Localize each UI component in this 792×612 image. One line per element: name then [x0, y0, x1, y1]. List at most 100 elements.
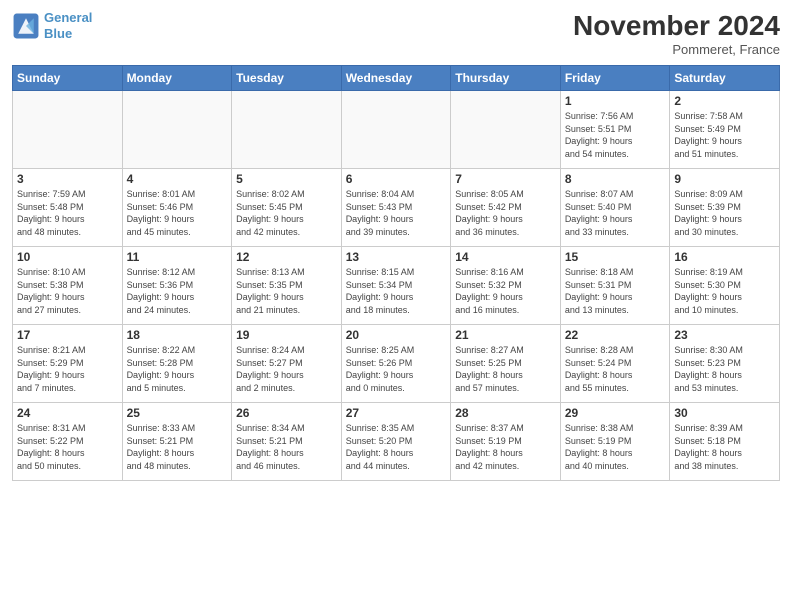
day-cell: 13Sunrise: 8:15 AM Sunset: 5:34 PM Dayli…	[341, 247, 451, 325]
day-info: Sunrise: 8:22 AM Sunset: 5:28 PM Dayligh…	[127, 344, 228, 394]
day-cell: 8 Sunrise: 8:07 AM Sunset: 5:40 PM Daylig…	[560, 169, 670, 247]
day-info: Sunrise: 8:05 AM Sunset: 5:42 PM Dayligh…	[455, 188, 556, 238]
day-cell: 12 Sunrise: 8:13 AM Sunset: 5:35 PM Dayli…	[232, 247, 342, 325]
day-cell: 25 Sunrise: 8:33 AM Sunset: 5:21 PM Dayli…	[122, 403, 232, 481]
day-cell: 6 Sunrise: 8:04 AM Sunset: 5:43 PM Daylig…	[341, 169, 451, 247]
week-row-5: 24 Sunrise: 8:31 AM Sunset: 5:22 PM Dayli…	[13, 403, 780, 481]
day-cell: 23 Sunrise: 8:30 AM Sunset: 5:23 PM Dayli…	[670, 325, 780, 403]
day-info: Sunrise: 8:31 AM Sunset: 5:22 PM Dayligh…	[17, 422, 118, 472]
day-number: 17	[17, 328, 118, 342]
day-number: 24	[17, 406, 118, 420]
day-cell: 18 Sunrise: 8:22 AM Sunset: 5:28 PM Dayli…	[122, 325, 232, 403]
col-header-tuesday: Tuesday	[232, 66, 342, 91]
day-cell: 5 Sunrise: 8:02 AM Sunset: 5:45 PM Daylig…	[232, 169, 342, 247]
calendar-table: SundayMondayTuesdayWednesdayThursdayFrid…	[12, 65, 780, 481]
day-cell: 10Sunrise: 8:10 AM Sunset: 5:38 PM Dayli…	[13, 247, 123, 325]
day-number: 12	[236, 250, 337, 264]
day-cell: 7 Sunrise: 8:05 AM Sunset: 5:42 PM Daylig…	[451, 169, 561, 247]
day-info: Sunrise: 8:12 AM Sunset: 5:36 PM Dayligh…	[127, 266, 228, 316]
day-number: 4	[127, 172, 228, 186]
day-info: Sunrise: 7:59 AM Sunset: 5:48 PM Dayligh…	[17, 188, 118, 238]
logo-icon	[12, 12, 40, 40]
day-number: 9	[674, 172, 775, 186]
col-header-wednesday: Wednesday	[341, 66, 451, 91]
day-number: 28	[455, 406, 556, 420]
day-cell: 19Sunrise: 8:24 AM Sunset: 5:27 PM Dayli…	[232, 325, 342, 403]
day-info: Sunrise: 8:38 AM Sunset: 5:19 PM Dayligh…	[565, 422, 666, 472]
day-info: Sunrise: 8:37 AM Sunset: 5:19 PM Dayligh…	[455, 422, 556, 472]
day-info: Sunrise: 8:30 AM Sunset: 5:23 PM Dayligh…	[674, 344, 775, 394]
day-number: 20	[346, 328, 447, 342]
day-info: Sunrise: 7:58 AM Sunset: 5:49 PM Dayligh…	[674, 110, 775, 160]
day-info: Sunrise: 8:25 AM Sunset: 5:26 PM Dayligh…	[346, 344, 447, 394]
day-cell	[13, 91, 123, 169]
logo-blue: Blue	[44, 26, 72, 41]
day-number: 30	[674, 406, 775, 420]
title-area: November 2024 Pommeret, France	[573, 10, 780, 57]
week-row-1: 1 Sunrise: 7:56 AM Sunset: 5:51 PM Daylig…	[13, 91, 780, 169]
day-number: 2	[674, 94, 775, 108]
day-cell: 26 Sunrise: 8:34 AM Sunset: 5:21 PM Dayli…	[232, 403, 342, 481]
day-number: 11	[127, 250, 228, 264]
day-cell: 29 Sunrise: 8:38 AM Sunset: 5:19 PM Dayli…	[560, 403, 670, 481]
day-info: Sunrise: 8:07 AM Sunset: 5:40 PM Dayligh…	[565, 188, 666, 238]
day-cell	[122, 91, 232, 169]
day-cell: 1 Sunrise: 7:56 AM Sunset: 5:51 PM Daylig…	[560, 91, 670, 169]
logo-text: General Blue	[44, 10, 92, 41]
day-cell: 21Sunrise: 8:27 AM Sunset: 5:25 PM Dayli…	[451, 325, 561, 403]
day-info: Sunrise: 7:56 AM Sunset: 5:51 PM Dayligh…	[565, 110, 666, 160]
day-info: Sunrise: 8:18 AM Sunset: 5:31 PM Dayligh…	[565, 266, 666, 316]
day-info: Sunrise: 8:04 AM Sunset: 5:43 PM Dayligh…	[346, 188, 447, 238]
day-cell	[341, 91, 451, 169]
day-number: 29	[565, 406, 666, 420]
day-cell: 30Sunrise: 8:39 AM Sunset: 5:18 PM Dayli…	[670, 403, 780, 481]
day-number: 18	[127, 328, 228, 342]
day-info: Sunrise: 8:01 AM Sunset: 5:46 PM Dayligh…	[127, 188, 228, 238]
day-info: Sunrise: 8:13 AM Sunset: 5:35 PM Dayligh…	[236, 266, 337, 316]
location: Pommeret, France	[573, 42, 780, 57]
day-cell: 3 Sunrise: 7:59 AM Sunset: 5:48 PM Daylig…	[13, 169, 123, 247]
day-cell: 27Sunrise: 8:35 AM Sunset: 5:20 PM Dayli…	[341, 403, 451, 481]
day-number: 25	[127, 406, 228, 420]
header: General Blue November 2024 Pommeret, Fra…	[12, 10, 780, 57]
header-row: SundayMondayTuesdayWednesdayThursdayFrid…	[13, 66, 780, 91]
day-number: 5	[236, 172, 337, 186]
month-title: November 2024	[573, 10, 780, 42]
day-cell: 11 Sunrise: 8:12 AM Sunset: 5:36 PM Dayli…	[122, 247, 232, 325]
day-info: Sunrise: 8:02 AM Sunset: 5:45 PM Dayligh…	[236, 188, 337, 238]
day-info: Sunrise: 8:33 AM Sunset: 5:21 PM Dayligh…	[127, 422, 228, 472]
day-cell: 22Sunrise: 8:28 AM Sunset: 5:24 PM Dayli…	[560, 325, 670, 403]
day-info: Sunrise: 8:16 AM Sunset: 5:32 PM Dayligh…	[455, 266, 556, 316]
day-cell: 16Sunrise: 8:19 AM Sunset: 5:30 PM Dayli…	[670, 247, 780, 325]
day-number: 7	[455, 172, 556, 186]
day-number: 21	[455, 328, 556, 342]
week-row-2: 3 Sunrise: 7:59 AM Sunset: 5:48 PM Daylig…	[13, 169, 780, 247]
day-info: Sunrise: 8:10 AM Sunset: 5:38 PM Dayligh…	[17, 266, 118, 316]
day-info: Sunrise: 8:24 AM Sunset: 5:27 PM Dayligh…	[236, 344, 337, 394]
day-cell	[232, 91, 342, 169]
day-number: 23	[674, 328, 775, 342]
day-info: Sunrise: 8:34 AM Sunset: 5:21 PM Dayligh…	[236, 422, 337, 472]
day-cell: 14Sunrise: 8:16 AM Sunset: 5:32 PM Dayli…	[451, 247, 561, 325]
day-cell: 15 Sunrise: 8:18 AM Sunset: 5:31 PM Dayli…	[560, 247, 670, 325]
day-cell: 9Sunrise: 8:09 AM Sunset: 5:39 PM Daylig…	[670, 169, 780, 247]
col-header-monday: Monday	[122, 66, 232, 91]
logo: General Blue	[12, 10, 92, 41]
day-cell: 4 Sunrise: 8:01 AM Sunset: 5:46 PM Daylig…	[122, 169, 232, 247]
day-number: 6	[346, 172, 447, 186]
day-cell: 2 Sunrise: 7:58 AM Sunset: 5:49 PM Daylig…	[670, 91, 780, 169]
day-number: 15	[565, 250, 666, 264]
day-info: Sunrise: 8:35 AM Sunset: 5:20 PM Dayligh…	[346, 422, 447, 472]
calendar-page: General Blue November 2024 Pommeret, Fra…	[0, 0, 792, 612]
day-number: 13	[346, 250, 447, 264]
day-number: 3	[17, 172, 118, 186]
col-header-sunday: Sunday	[13, 66, 123, 91]
day-info: Sunrise: 8:19 AM Sunset: 5:30 PM Dayligh…	[674, 266, 775, 316]
day-number: 1	[565, 94, 666, 108]
col-header-friday: Friday	[560, 66, 670, 91]
day-cell: 24 Sunrise: 8:31 AM Sunset: 5:22 PM Dayli…	[13, 403, 123, 481]
day-cell	[451, 91, 561, 169]
day-number: 8	[565, 172, 666, 186]
day-number: 26	[236, 406, 337, 420]
week-row-4: 17Sunrise: 8:21 AM Sunset: 5:29 PM Dayli…	[13, 325, 780, 403]
